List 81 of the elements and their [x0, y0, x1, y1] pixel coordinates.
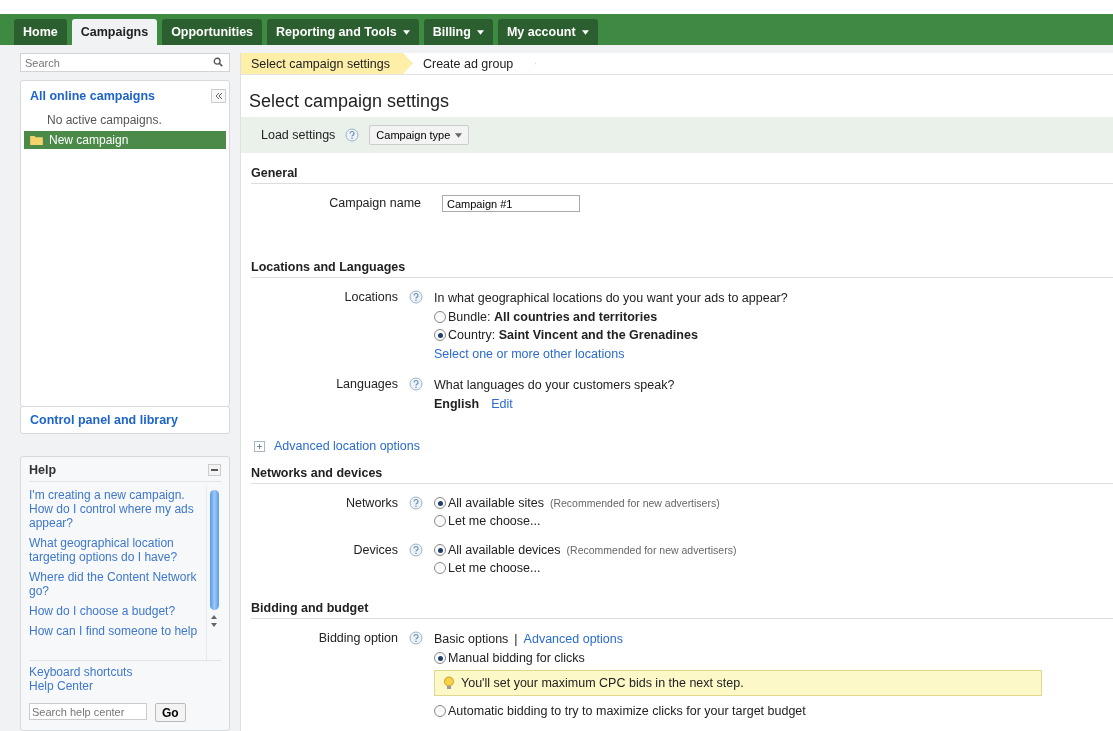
help-footer-link[interactable]: Keyboard shortcuts: [29, 665, 221, 679]
nav-tab[interactable]: Home: [14, 19, 67, 45]
wizard-step: Select campaign settings: [241, 53, 413, 74]
page-title: Select campaign settings: [249, 91, 451, 112]
advanced-options-link[interactable]: Advanced options: [523, 629, 623, 649]
help-icon[interactable]: [345, 128, 360, 142]
field-label: Bidding option: [317, 630, 398, 647]
radio-button[interactable]: [434, 652, 446, 664]
field-label: Devices: [352, 542, 398, 559]
field-label: Locations: [343, 289, 398, 306]
help-icon[interactable]: [409, 496, 423, 510]
control-panel-link[interactable]: Control panel and library: [30, 413, 178, 427]
campaign-item[interactable]: New campaign: [24, 131, 226, 149]
load-settings-label: Load settings: [261, 128, 336, 142]
help-search-field[interactable]: Search help center: [29, 703, 147, 720]
section-heading: General: [251, 166, 1113, 184]
go-button[interactable]: Go: [155, 703, 186, 722]
tip-text: You'll set your maximum CPC bids in the next step.: [461, 675, 744, 692]
question-text: In what geographical locations do you want your ads to appear?: [434, 290, 789, 307]
help-icon[interactable]: [409, 377, 423, 391]
double-chevron-icon: [214, 93, 223, 99]
help-link[interactable]: How do I choose a budget?: [29, 604, 206, 618]
minimize-button[interactable]: [208, 464, 221, 476]
radio-button[interactable]: [434, 562, 446, 574]
scroll-arrows-icon: [210, 614, 218, 628]
edit-link[interactable]: Edit: [491, 395, 513, 413]
locations-link[interactable]: Select one or more other locations: [434, 344, 1113, 364]
empty-note: No active campaigns.: [46, 112, 163, 129]
nav-tab[interactable]: Campaigns: [71, 19, 158, 45]
radio-button[interactable]: [434, 705, 446, 717]
caret-icon: [455, 132, 463, 138]
nav-tab[interactable]: Billing: [423, 19, 493, 45]
radio-button[interactable]: [434, 497, 446, 509]
scrollbar[interactable]: [206, 486, 221, 660]
field-label: Campaign name: [328, 195, 421, 212]
section-heading: Networks and devices: [251, 466, 1113, 484]
search-icon: [213, 57, 223, 67]
question-text: What languages do your customers speak?: [434, 377, 676, 394]
nav-tab[interactable]: Opportunities: [162, 19, 263, 45]
recommendation-note: (Recommended for new advertisers): [549, 496, 720, 511]
help-link[interactable]: I'm creating a new campaign. How do I control where my ads appear?: [29, 488, 206, 530]
help-icon[interactable]: [409, 631, 423, 645]
nav-tab[interactable]: Reporting and Tools: [267, 19, 419, 45]
radio-label: All available sites: [448, 495, 544, 512]
radio-label: Bundle: All countries and territories: [448, 309, 658, 326]
basic-options-label: Basic options: [434, 631, 509, 648]
radio-label: Country: Saint Vincent and the Grenadines: [448, 327, 698, 344]
help-link[interactable]: How can I find someone to help: [29, 624, 206, 638]
section-heading: Bidding and budget: [251, 601, 1113, 619]
advanced-location-link[interactable]: Advanced location options: [274, 439, 420, 453]
radio-button[interactable]: [434, 311, 446, 323]
nav-tab[interactable]: My account: [497, 19, 598, 45]
radio-label: All available devices: [448, 542, 561, 559]
field-label: Languages: [335, 376, 398, 393]
campaigns-heading-link[interactable]: All online campaigns: [30, 89, 156, 103]
field-label: Networks: [344, 495, 398, 512]
separator-text: |: [514, 631, 518, 648]
help-link[interactable]: Where did the Content Network go?: [29, 570, 206, 598]
recommendation-note: (Recommended for new advertisers): [566, 543, 737, 558]
folder-icon: [30, 135, 43, 145]
collapse-button[interactable]: [211, 89, 226, 103]
search-field[interactable]: Search: [20, 53, 230, 72]
language-value: English: [434, 396, 480, 413]
expand-plus-icon[interactable]: [254, 440, 265, 452]
help-icon[interactable]: [409, 543, 423, 557]
help-link[interactable]: What geographical location targeting options do I have?: [29, 536, 206, 564]
radio-label: Manual bidding for clicks: [448, 650, 585, 667]
minus-icon: [211, 469, 218, 471]
lightbulb-icon: [443, 676, 455, 690]
radio-label: Let me choose...: [448, 560, 541, 577]
radio-button[interactable]: [434, 515, 446, 527]
radio-label: Let me choose...: [448, 513, 541, 530]
radio-button[interactable]: [434, 544, 446, 556]
section-heading: Locations and Languages: [251, 260, 1113, 278]
radio-button[interactable]: [434, 329, 446, 341]
help-footer-link[interactable]: Help Center: [29, 679, 221, 693]
help-icon[interactable]: [409, 290, 423, 304]
help-title: Help: [29, 463, 57, 477]
campaign-type-dropdown[interactable]: Campaign type: [369, 125, 470, 145]
campaign-name-field[interactable]: Campaign #1: [442, 195, 580, 212]
radio-label: Automatic bidding to try to maximize clicks for your target budget: [448, 703, 806, 720]
